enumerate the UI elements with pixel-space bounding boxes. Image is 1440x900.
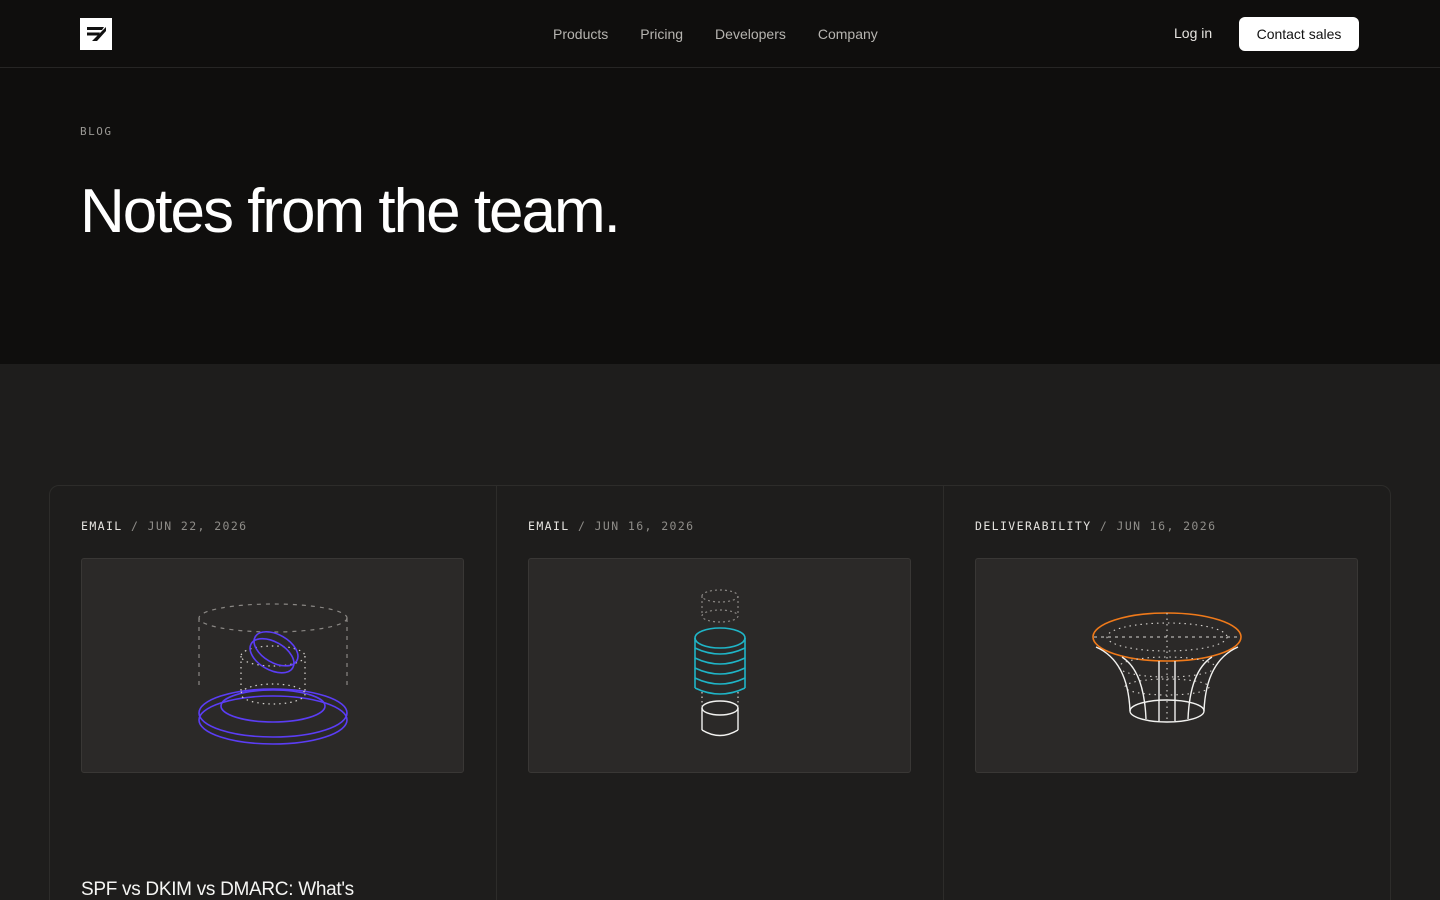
login-link[interactable]: Log in (1174, 25, 1212, 41)
nav-link-products[interactable]: Products (553, 26, 608, 42)
main-nav: Products Pricing Developers Company (553, 0, 878, 68)
nav-link-company[interactable]: Company (818, 26, 878, 42)
post-meta: EMAIL / JUN 22, 2026 (81, 519, 248, 533)
contact-sales-button[interactable]: Contact sales (1239, 17, 1359, 51)
post-card[interactable]: EMAIL / JUN 16, 2026 (497, 486, 944, 900)
meta-separator: / (577, 519, 587, 533)
hero-section: BLOG Notes from the team. (0, 68, 1440, 364)
section-eyebrow: BLOG (80, 125, 113, 138)
post-card[interactable]: EMAIL / JUN 22, 2026 SPF vs DKIM vs DMAR… (50, 486, 497, 900)
funnel-illustration (1091, 611, 1242, 723)
post-thumbnail[interactable] (81, 558, 464, 773)
meta-separator: / (1099, 519, 1109, 533)
nav-link-pricing[interactable]: Pricing (640, 26, 683, 42)
brand-logo[interactable] (80, 18, 112, 50)
nav-link-developers[interactable]: Developers (715, 26, 786, 42)
page-title: Notes from the team. (80, 177, 621, 246)
post-category: EMAIL (81, 519, 123, 533)
post-category: EMAIL (528, 519, 570, 533)
top-navigation: Products Pricing Developers Company Log … (0, 0, 1440, 68)
post-title[interactable]: SPF vs DKIM vs DMARC: What's (81, 879, 354, 900)
post-thumbnail[interactable] (528, 558, 911, 773)
post-date: JUN 16, 2026 (1116, 519, 1217, 533)
post-thumbnail[interactable] (975, 558, 1358, 773)
post-grid: EMAIL / JUN 22, 2026 SPF vs DKIM vs DMAR… (49, 485, 1391, 900)
post-card[interactable]: DELIVERABILITY / JUN 16, 2026 (944, 486, 1390, 900)
stacked-cylinders-illustration (693, 588, 746, 736)
layered-rings-illustration (197, 602, 348, 745)
logo-icon (87, 27, 106, 41)
post-date: JUN 16, 2026 (594, 519, 695, 533)
post-meta: EMAIL / JUN 16, 2026 (528, 519, 695, 533)
post-category: DELIVERABILITY (975, 519, 1092, 533)
post-meta: DELIVERABILITY / JUN 16, 2026 (975, 519, 1216, 533)
meta-separator: / (130, 519, 140, 533)
post-date: JUN 22, 2026 (147, 519, 248, 533)
